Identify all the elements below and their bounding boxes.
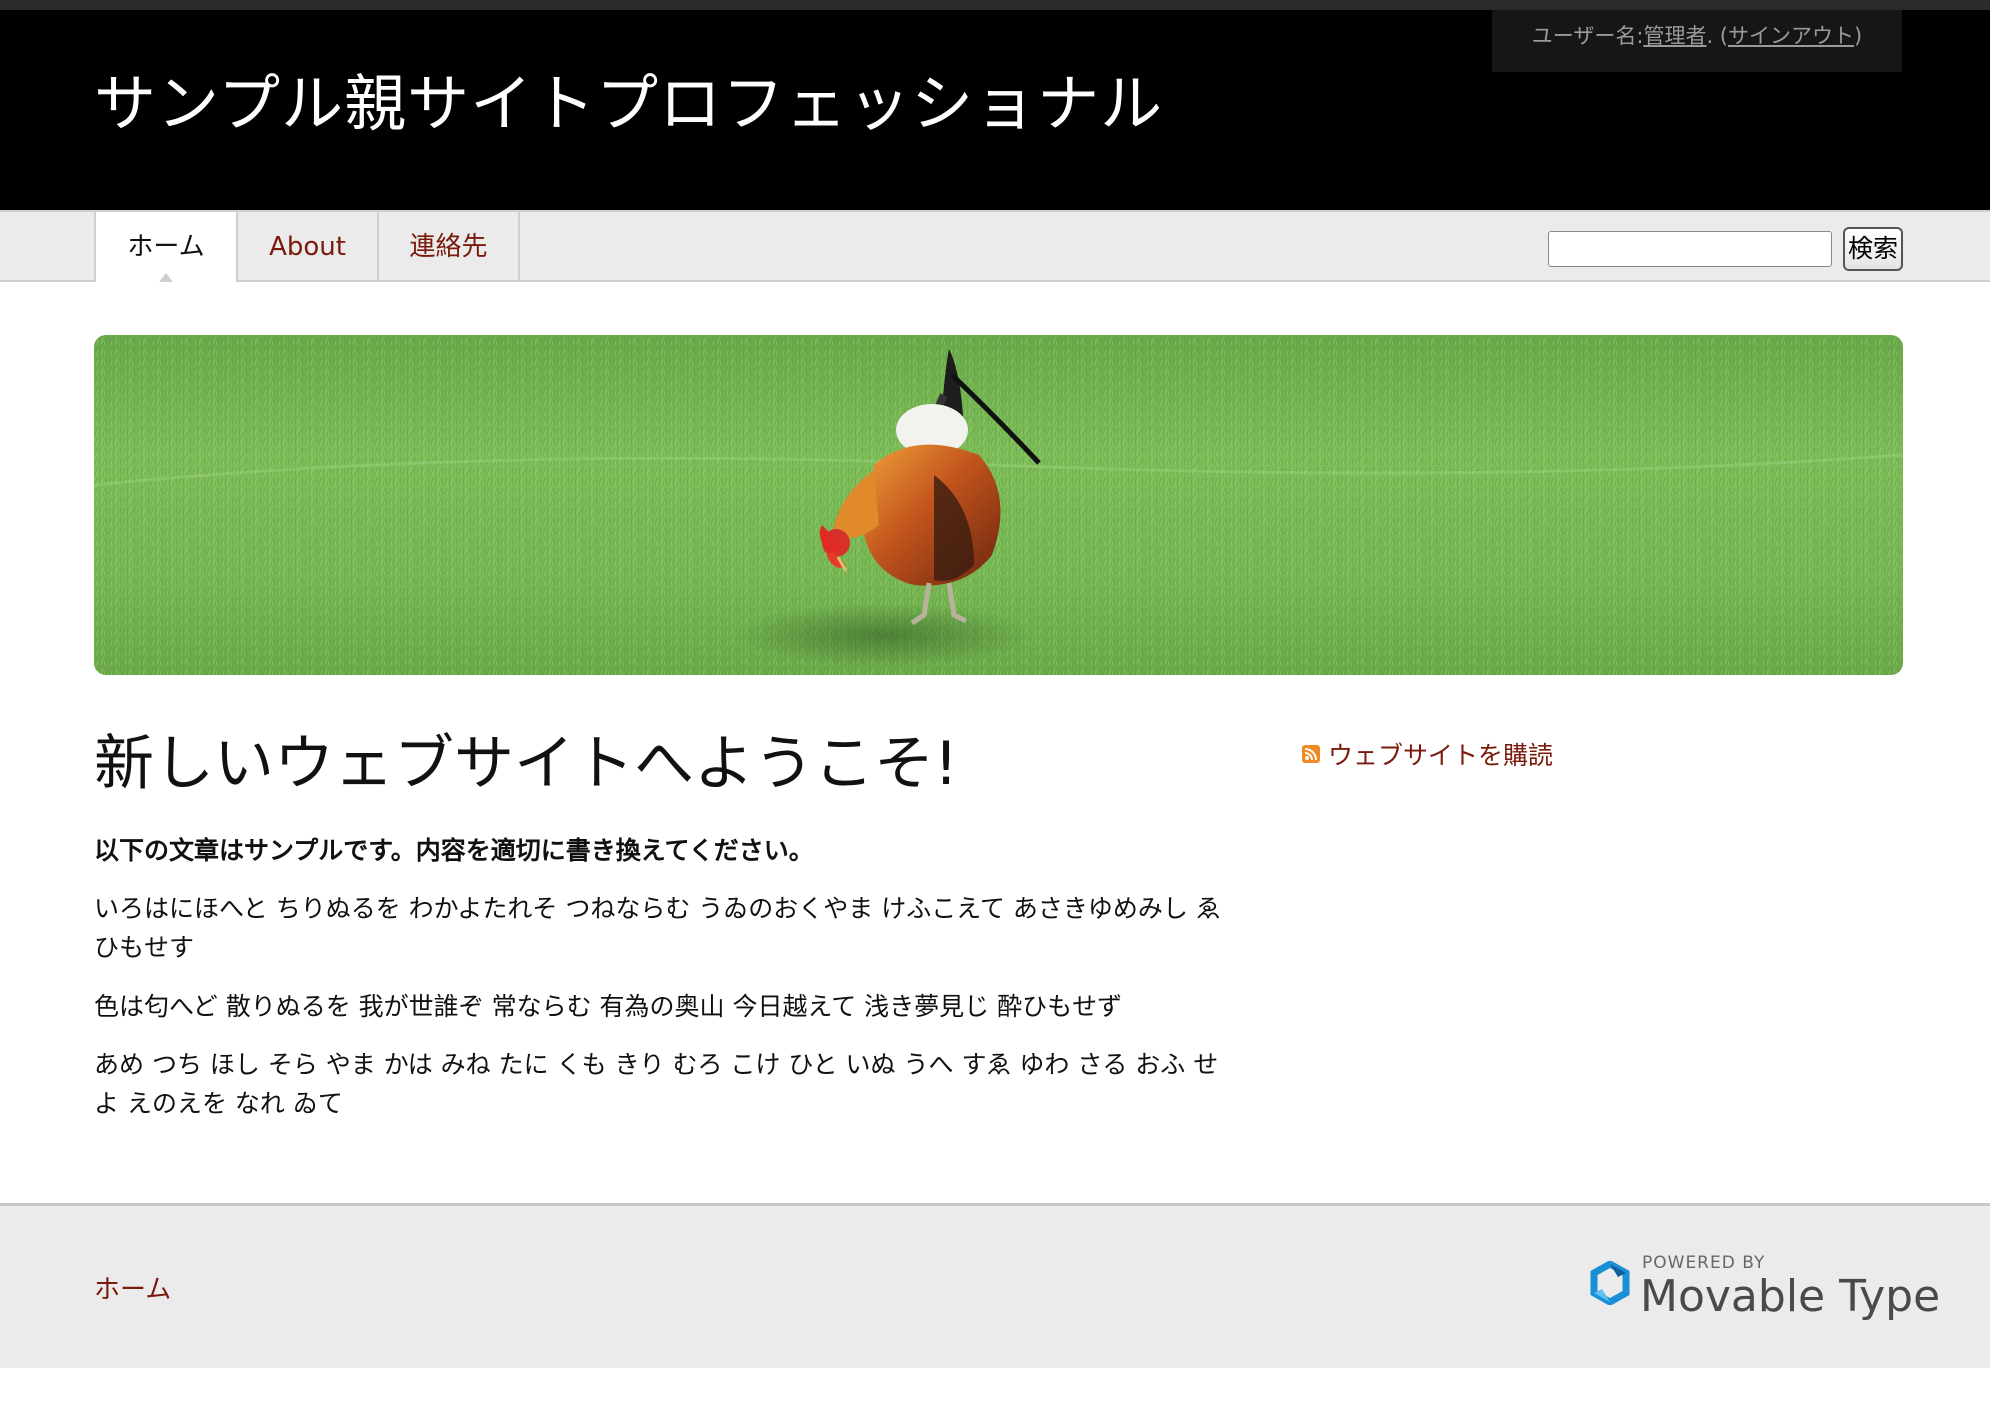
rss-feed-icon — [1302, 745, 1320, 763]
movable-type-mark-icon — [1590, 1261, 1630, 1305]
main-navigation: ホーム About 連絡先 検索 — [0, 210, 1990, 282]
lead-paragraph: 以下の文章はサンプルです。内容を適切に書き換えてください。 — [94, 836, 814, 865]
search-input[interactable] — [1548, 231, 1832, 267]
paragraph-iroha: いろはにほへと ちりぬるを わかよたれそ つねならむ うゐのおくやま けふこえて… — [94, 894, 1221, 962]
page-heading: 新しいウェブサイトへようこそ! — [94, 729, 959, 799]
subscribe-label: ウェブサイトを購読 — [1328, 741, 1554, 770]
nav-tab-home[interactable]: ホーム — [94, 212, 236, 282]
username-suffix: ) — [1854, 24, 1863, 48]
powered-by-text: POWERED BY — [1642, 1253, 1766, 1273]
subscribe-link[interactable]: ウェブサイトを購読 — [1302, 734, 1553, 774]
site-header: サンプル親サイトプロフェッショナル ユーザー名:管理者. (サインアウト) — [0, 0, 1990, 210]
nav-tabs: ホーム About 連絡先 — [94, 212, 520, 282]
banner-image — [94, 335, 1903, 675]
username-prefix: ユーザー名: — [1531, 24, 1644, 48]
product-name: Movable Type — [1640, 1271, 1941, 1322]
movable-type-logo[interactable]: POWERED BY Movable Type — [1588, 1249, 1940, 1329]
header-top-strip — [0, 0, 1990, 10]
site-footer: ホーム POWERED BY Movable Type — [0, 1203, 1990, 1368]
paragraph-iroha-kanji: 色は匂へど 散りぬるを 我が世誰ぞ 常ならむ 有為の奥山 今日越えて 浅き夢見じ… — [94, 992, 1123, 1021]
site-title[interactable]: サンプル親サイトプロフェッショナル — [94, 64, 1163, 144]
user-status-box: ユーザー名:管理者. (サインアウト) — [1492, 10, 1902, 72]
nav-tab-about[interactable]: About — [236, 212, 377, 282]
paragraph-ametsuchi: あめ つち ほし そら やま かは みね たに くも きり むろ こけ ひと い… — [94, 1050, 1219, 1118]
footer-home-link[interactable]: ホーム — [94, 1272, 171, 1308]
rooster-photo-icon — [94, 335, 1903, 675]
nav-tab-contact[interactable]: 連絡先 — [377, 212, 520, 282]
username-separator: . ( — [1706, 24, 1728, 48]
search-button[interactable]: 検索 — [1843, 227, 1903, 271]
username-link[interactable]: 管理者 — [1643, 24, 1706, 48]
signout-link[interactable]: サインアウト — [1728, 24, 1854, 48]
